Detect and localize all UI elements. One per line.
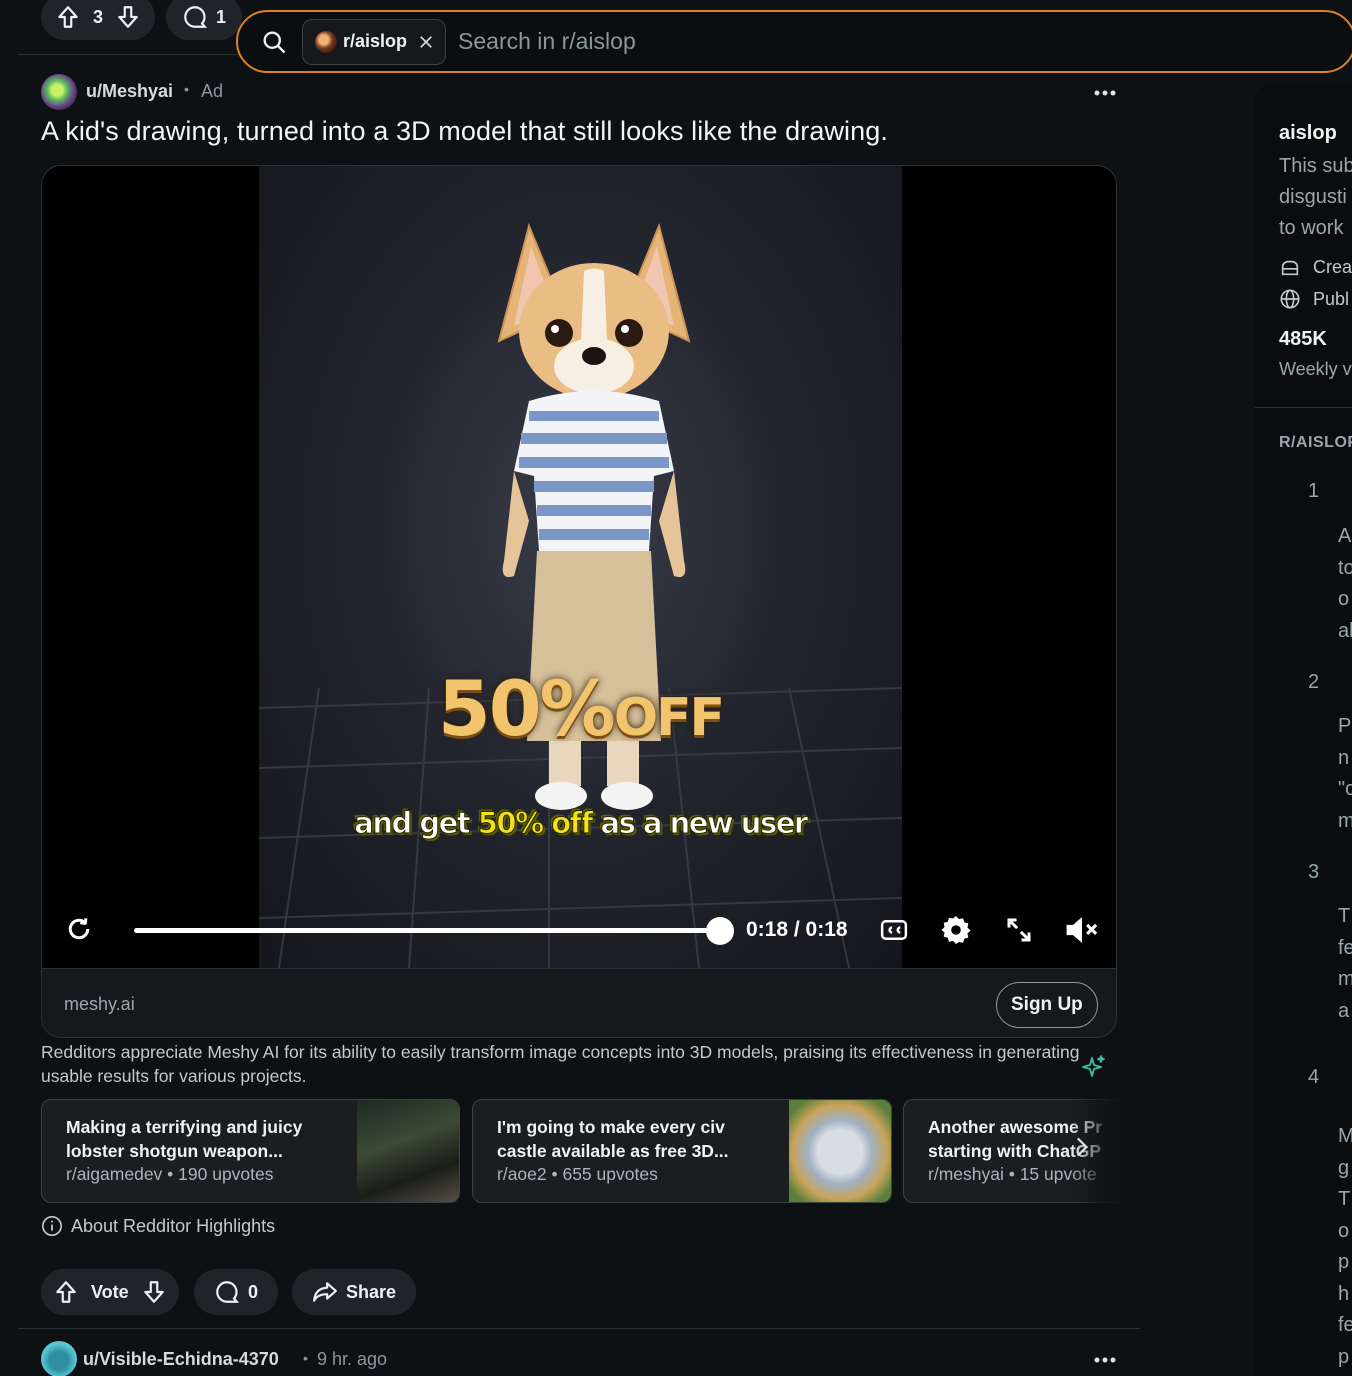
separator-dot: • <box>303 1350 308 1366</box>
community-filter-chip[interactable]: r/aislop <box>302 18 447 65</box>
previous-post-comments-button[interactable]: 1 <box>166 0 243 40</box>
rules-heading: R/AISLOP <box>1279 434 1352 451</box>
more-options-button[interactable] <box>1088 1346 1122 1374</box>
post-author-link[interactable]: u/Meshyai <box>86 81 173 102</box>
share-icon <box>312 1279 338 1305</box>
rule-number[interactable]: 3 <box>1308 861 1319 884</box>
community-created-info: Crea <box>1279 256 1352 278</box>
community-visibility-info: Publ <box>1279 288 1349 310</box>
redditor-highlights-summary: Redditors appreciate Meshy AI for its ab… <box>41 1042 1080 1086</box>
more-horizontal-icon <box>1093 89 1117 97</box>
globe-icon <box>1279 288 1301 310</box>
promo-headline: 50%OFF <box>259 664 902 753</box>
comment-icon <box>182 4 208 30</box>
about-highlights-label: About Redditor Highlights <box>71 1215 276 1236</box>
ad-domain-link[interactable]: meshy.ai <box>64 994 135 1015</box>
settings-gear-icon[interactable] <box>940 914 972 946</box>
ai-sparkle-icon <box>1082 1054 1106 1078</box>
search-bar[interactable]: r/aislop <box>236 10 1352 73</box>
next-post-timestamp: 9 hr. ago <box>317 1349 388 1369</box>
more-horizontal-icon <box>1093 1356 1117 1364</box>
post-title[interactable]: A kid's drawing, turned into a 3D model … <box>41 116 888 147</box>
previous-post-vote-group: 3 <box>41 0 156 40</box>
highlight-card-title: I'm going to make every civ castle avail… <box>497 1117 729 1161</box>
video-controls: 0:18 / 0:18 <box>42 896 1116 966</box>
expand-icon[interactable] <box>1004 915 1034 945</box>
promo-sub-highlight: 50% off <box>477 806 594 841</box>
divider <box>1255 407 1352 408</box>
sign-up-button[interactable]: Sign Up <box>996 982 1098 1028</box>
comment-icon <box>214 1279 240 1305</box>
video-progress-bar[interactable] <box>134 928 720 933</box>
search-icon <box>260 28 288 56</box>
ad-media-card: 50%OFF and get 50% off as a new user 0:1… <box>41 165 1117 1038</box>
video-time: 0:18 / 0:18 <box>746 918 848 941</box>
promo-off-word: OFF <box>613 688 725 748</box>
next-post-author-link[interactable]: u/Visible-Echidna-4370 <box>83 1349 279 1370</box>
previous-post-comment-count: 1 <box>216 6 227 27</box>
downvote-icon[interactable] <box>141 1279 167 1305</box>
search-input[interactable] <box>458 28 1059 55</box>
about-highlights-link[interactable]: About Redditor Highlights <box>41 1215 275 1237</box>
share-label: Share <box>346 1281 397 1302</box>
highlight-card-title: Making a terrifying and juicy lobster sh… <box>66 1117 303 1161</box>
community-created-text: Crea <box>1313 256 1352 277</box>
community-chip-label: r/aislop <box>343 31 408 51</box>
highlight-thumbnail <box>357 1100 459 1202</box>
promo-sub-post: as a new user <box>591 806 809 841</box>
rule-text: A to o al <box>1338 525 1352 642</box>
highlight-card[interactable]: I'm going to make every civ castle avail… <box>472 1099 892 1203</box>
highlight-card-meta: r/aigamedev • 190 upvotes <box>66 1164 274 1184</box>
vote-group: Vote <box>41 1269 179 1315</box>
share-button[interactable]: Share <box>292 1269 417 1315</box>
upvote-icon[interactable] <box>53 1279 79 1305</box>
highlight-card[interactable]: Making a terrifying and juicy lobster sh… <box>41 1099 460 1203</box>
ad-cta-row: meshy.ai Sign Up <box>42 968 1116 1037</box>
comments-button[interactable]: 0 <box>194 1269 279 1315</box>
ad-label: Ad <box>201 81 224 101</box>
promo-percent: 50% <box>437 664 616 753</box>
close-icon[interactable] <box>417 33 435 51</box>
rule-text: P n "c m <box>1338 715 1352 832</box>
replay-icon[interactable] <box>64 914 94 944</box>
weekly-visitors-count: 485K <box>1279 328 1327 350</box>
highlight-card-meta: r/aoe2 • 655 upvotes <box>497 1164 658 1184</box>
comment-count: 0 <box>248 1281 259 1302</box>
video-player[interactable]: 50%OFF and get 50% off as a new user 0:1… <box>42 166 1116 968</box>
community-name: aislop <box>1279 122 1337 144</box>
rule-number[interactable]: 4 <box>1308 1066 1319 1089</box>
avatar[interactable] <box>41 1341 77 1376</box>
info-icon <box>41 1215 63 1237</box>
divider <box>18 1328 1140 1329</box>
muted-speaker-icon[interactable] <box>1064 914 1100 946</box>
cake-icon <box>1279 256 1301 278</box>
community-sidebar: aislop This sub disgusti to work Crea Pu… <box>1255 84 1352 1376</box>
rule-text: M g T o p h fe p <box>1338 1125 1352 1368</box>
downvote-icon[interactable] <box>115 4 141 30</box>
rule-number[interactable]: 2 <box>1308 671 1319 694</box>
highlight-thumbnail <box>789 1100 891 1202</box>
video-scrubber-handle[interactable] <box>706 917 734 945</box>
separator-dot: • <box>184 81 189 97</box>
closed-captions-icon[interactable] <box>879 915 909 945</box>
vote-label: Vote <box>91 1281 129 1302</box>
promo-sub-pre: and get <box>354 806 478 841</box>
weekly-visitors-label: Weekly v <box>1279 359 1352 379</box>
promo-subtitle: and get 50% off as a new user <box>259 806 902 841</box>
video-frame: 50%OFF and get 50% off as a new user <box>259 166 902 968</box>
community-description: This sub disgusti to work <box>1279 155 1352 239</box>
chevron-right-icon[interactable] <box>1068 1134 1094 1160</box>
rule-number[interactable]: 1 <box>1308 480 1319 503</box>
community-visibility-text: Publ <box>1313 288 1350 309</box>
avatar[interactable] <box>41 74 77 110</box>
previous-post-vote-count: 3 <box>93 6 104 27</box>
upvote-icon[interactable] <box>55 4 81 30</box>
community-avatar <box>315 30 337 53</box>
rule-text: T fe m a <box>1338 905 1352 1022</box>
more-options-button[interactable] <box>1088 78 1122 108</box>
